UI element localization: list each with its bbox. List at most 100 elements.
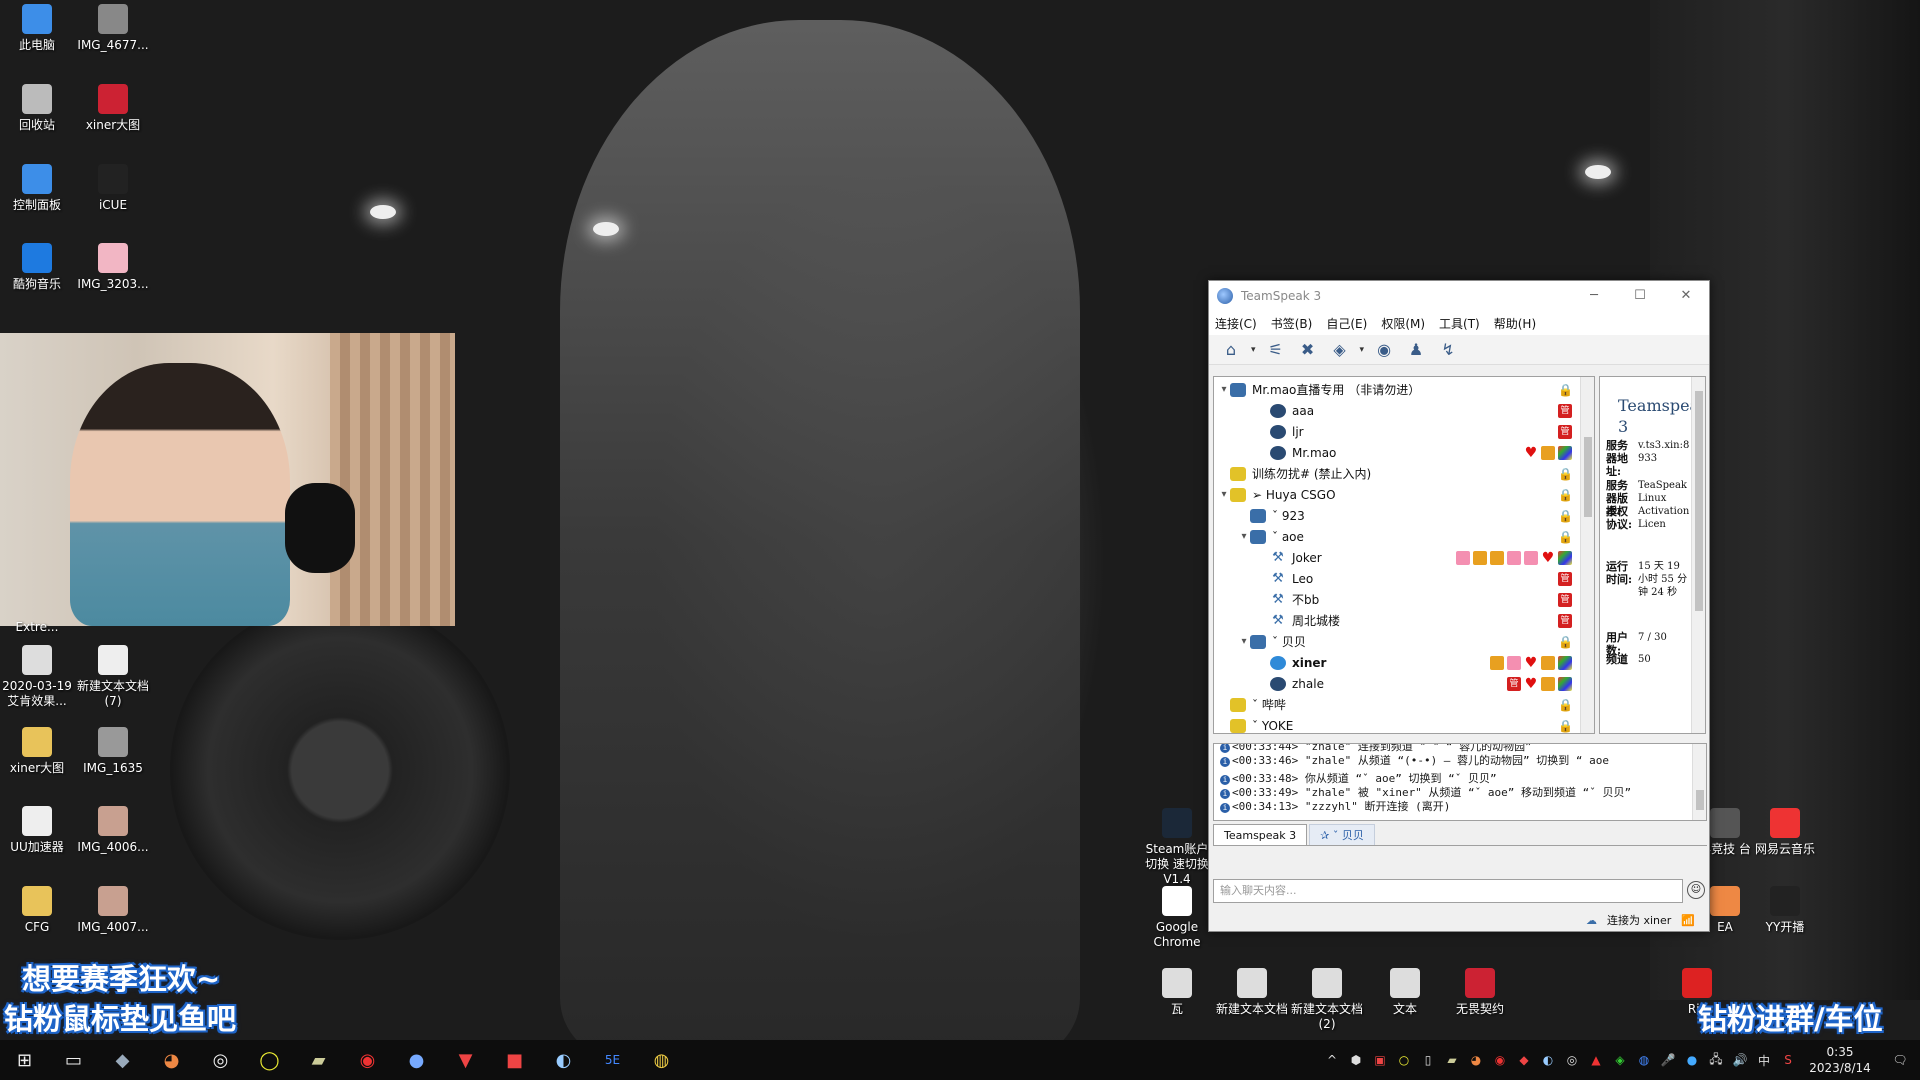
scrollbar-thumb[interactable] [1696, 790, 1704, 810]
clock[interactable]: 0:35 2023/8/14 [1800, 1044, 1880, 1076]
tray-app-icon[interactable]: ◉ [1488, 1053, 1512, 1067]
client-row[interactable]: ljr 管 [1214, 421, 1576, 442]
tray-app-icon[interactable]: ◍ [1632, 1053, 1656, 1067]
desktop-icon[interactable]: IMG_4006... [76, 806, 150, 855]
desktop-icon[interactable]: Google Chrome [1140, 886, 1214, 950]
subscribe-icon[interactable]: ↯ [1436, 339, 1460, 361]
tray-app-icon[interactable]: ▣ [1368, 1053, 1392, 1067]
desktop-icon[interactable]: 网易云音乐 [1748, 808, 1822, 857]
desktop-icon[interactable]: Steam账户切换 速切换 V1.4 [1140, 808, 1214, 887]
mute-microphone-icon[interactable]: ✖ [1296, 339, 1320, 361]
menu-item[interactable]: 书签(B) [1271, 315, 1313, 332]
tray-app-icon[interactable]: ▲ [1584, 1053, 1608, 1067]
desktop-icon[interactable]: 无畏契约 [1443, 968, 1517, 1017]
connect-icon[interactable]: ⌂ [1219, 339, 1243, 361]
tab-channel[interactable]: ✰ ˇ 贝贝 [1309, 824, 1375, 845]
client-row[interactable]: ⚒ Joker ♥ [1214, 547, 1576, 568]
network-icon[interactable]: 🖧 [1704, 1050, 1728, 1071]
steam-icon[interactable]: ◐ [539, 1040, 588, 1080]
desktop-icon[interactable]: 回收站 [0, 84, 74, 133]
desktop-icon[interactable]: 文本 [1368, 968, 1442, 1017]
close-button[interactable]: ✕ [1663, 281, 1709, 311]
away-status-icon[interactable]: ◉ [1372, 339, 1396, 361]
teamspeak-icon[interactable]: ● [392, 1040, 441, 1080]
scrollbar-thumb[interactable] [1584, 437, 1592, 517]
start-button[interactable]: ⊞ [0, 1040, 49, 1080]
tray-app-icon[interactable]: ◐ [1536, 1053, 1560, 1067]
desktop-icon[interactable]: CFG [0, 886, 74, 935]
channel-row[interactable]: ▾ Mr.mao直播专用 （非请勿进） 🔒 [1214, 379, 1576, 400]
tray-app-icon[interactable]: ▰ [1440, 1053, 1464, 1067]
expand-arrow-icon[interactable]: ▾ [1218, 489, 1230, 500]
client-row[interactable]: ⚒ 周北城楼 管 [1214, 610, 1576, 631]
desktop-icon[interactable]: 瓦 [1140, 968, 1214, 1017]
menu-item[interactable]: 连接(C) [1215, 315, 1257, 332]
scrollbar-thumb[interactable] [1695, 391, 1703, 611]
volume-icon[interactable]: 🔊 [1728, 1053, 1752, 1067]
tray-app-icon[interactable]: ◆ [1512, 1053, 1536, 1067]
desktop-icon[interactable]: IMG_3203... [76, 243, 150, 292]
client-row[interactable]: zhale 管 ♥ [1214, 673, 1576, 694]
app-icon[interactable]: ◯ [245, 1040, 294, 1080]
client-row[interactable]: ⚒ Leo 管 [1214, 568, 1576, 589]
browser-icon[interactable]: ◕ [147, 1040, 196, 1080]
desktop-icon[interactable]: IMG_4677... [76, 4, 150, 53]
netease-music-icon[interactable]: ◉ [343, 1040, 392, 1080]
desktop-icon[interactable]: xiner大图 [0, 727, 74, 776]
expand-arrow-icon[interactable]: ▾ [1238, 636, 1250, 647]
client-row[interactable]: Mr.mao ♥ [1214, 442, 1576, 463]
task-view-icon[interactable]: ▭ [49, 1040, 98, 1080]
desktop-icon[interactable]: 2020-03-19 艾肯效果... [0, 645, 74, 709]
5e-icon[interactable]: 5E [588, 1040, 637, 1080]
desktop-icon[interactable]: 控制面板 [0, 164, 74, 213]
emoji-button[interactable]: ☺ [1687, 881, 1705, 899]
desktop-icon[interactable]: UU加速器 [0, 806, 74, 855]
menu-item[interactable]: 工具(T) [1439, 315, 1480, 332]
tray-app-icon[interactable]: ▯ [1416, 1053, 1440, 1067]
expand-arrow-icon[interactable]: ▾ [1238, 531, 1250, 542]
channel-row[interactable]: ˇ 923 🔒 [1214, 505, 1576, 526]
channel-row[interactable]: ▾ ➢ Huya CSGO 🔒 [1214, 484, 1576, 505]
menu-item[interactable]: 权限(M) [1381, 315, 1425, 332]
tab-server[interactable]: Teamspeak 3 [1213, 824, 1308, 845]
desktop-icon[interactable]: IMG_4007... [76, 886, 150, 935]
client-row[interactable]: xiner ♥ [1214, 652, 1576, 673]
sogou-icon[interactable]: S [1776, 1053, 1800, 1067]
client-row[interactable]: ⚒ 不bb 管 [1214, 589, 1576, 610]
app-icon[interactable]: ▰ [294, 1040, 343, 1080]
menu-item[interactable]: 自己(E) [1326, 315, 1367, 332]
channel-row[interactable]: ˇ 哔哔 🔒 [1214, 694, 1576, 715]
desktop-icon[interactable]: 新建文本文档 (2) [1290, 968, 1364, 1032]
contacts-icon[interactable]: ♟ [1404, 339, 1428, 361]
tray-app-icon[interactable]: ◈ [1608, 1053, 1632, 1067]
notification-icon[interactable]: 🗨 [1880, 1053, 1920, 1067]
tray-app-icon[interactable]: ● [1680, 1053, 1704, 1067]
desktop-icon[interactable]: 新建文本文档 [1215, 968, 1289, 1017]
menu-item[interactable]: 帮助(H) [1494, 315, 1536, 332]
desktop-icon[interactable]: 新建文本文档 (7) [76, 645, 150, 709]
channel-row[interactable]: ▾ ˇ aoe 🔒 [1214, 526, 1576, 547]
tray-app-icon[interactable]: ◎ [1560, 1053, 1584, 1067]
client-row[interactable]: aaa 管 [1214, 400, 1576, 421]
app-icon[interactable]: ◆ [98, 1040, 147, 1080]
microphone-tray-icon[interactable]: 🎤 [1656, 1053, 1680, 1067]
log-scrollbar[interactable] [1692, 744, 1706, 820]
desktop-icon[interactable]: iCUE [76, 164, 150, 213]
app-icon[interactable]: ◎ [196, 1040, 245, 1080]
desktop-icon[interactable]: 此电脑 [0, 4, 74, 53]
mute-speaker-icon[interactable]: ◈ [1328, 339, 1352, 361]
channel-row[interactable]: ˇ YOKE 🔒 [1214, 715, 1576, 733]
desktop-icon[interactable]: xiner大图 [76, 84, 150, 133]
disconnect-icon[interactable]: ⚟ [1264, 339, 1288, 361]
desktop-icon[interactable]: YY开播 [1748, 886, 1822, 935]
chrome-icon[interactable]: ◍ [637, 1040, 686, 1080]
connect-dropdown-icon[interactable]: ▾ [1251, 345, 1256, 355]
app-icon[interactable]: ■ [490, 1040, 539, 1080]
desktop-icon[interactable]: IMG_1635 [76, 727, 150, 776]
tray-expand-icon[interactable]: ^ [1320, 1053, 1344, 1067]
tray-app-icon[interactable]: ◕ [1464, 1053, 1488, 1067]
tray-app-icon[interactable]: ⬢ [1344, 1053, 1368, 1067]
info-scrollbar[interactable] [1691, 377, 1705, 733]
desktop-icon[interactable]: 酷狗音乐 [0, 243, 74, 292]
channel-row[interactable]: 训练勿扰# (禁止入内) 🔒 [1214, 463, 1576, 484]
